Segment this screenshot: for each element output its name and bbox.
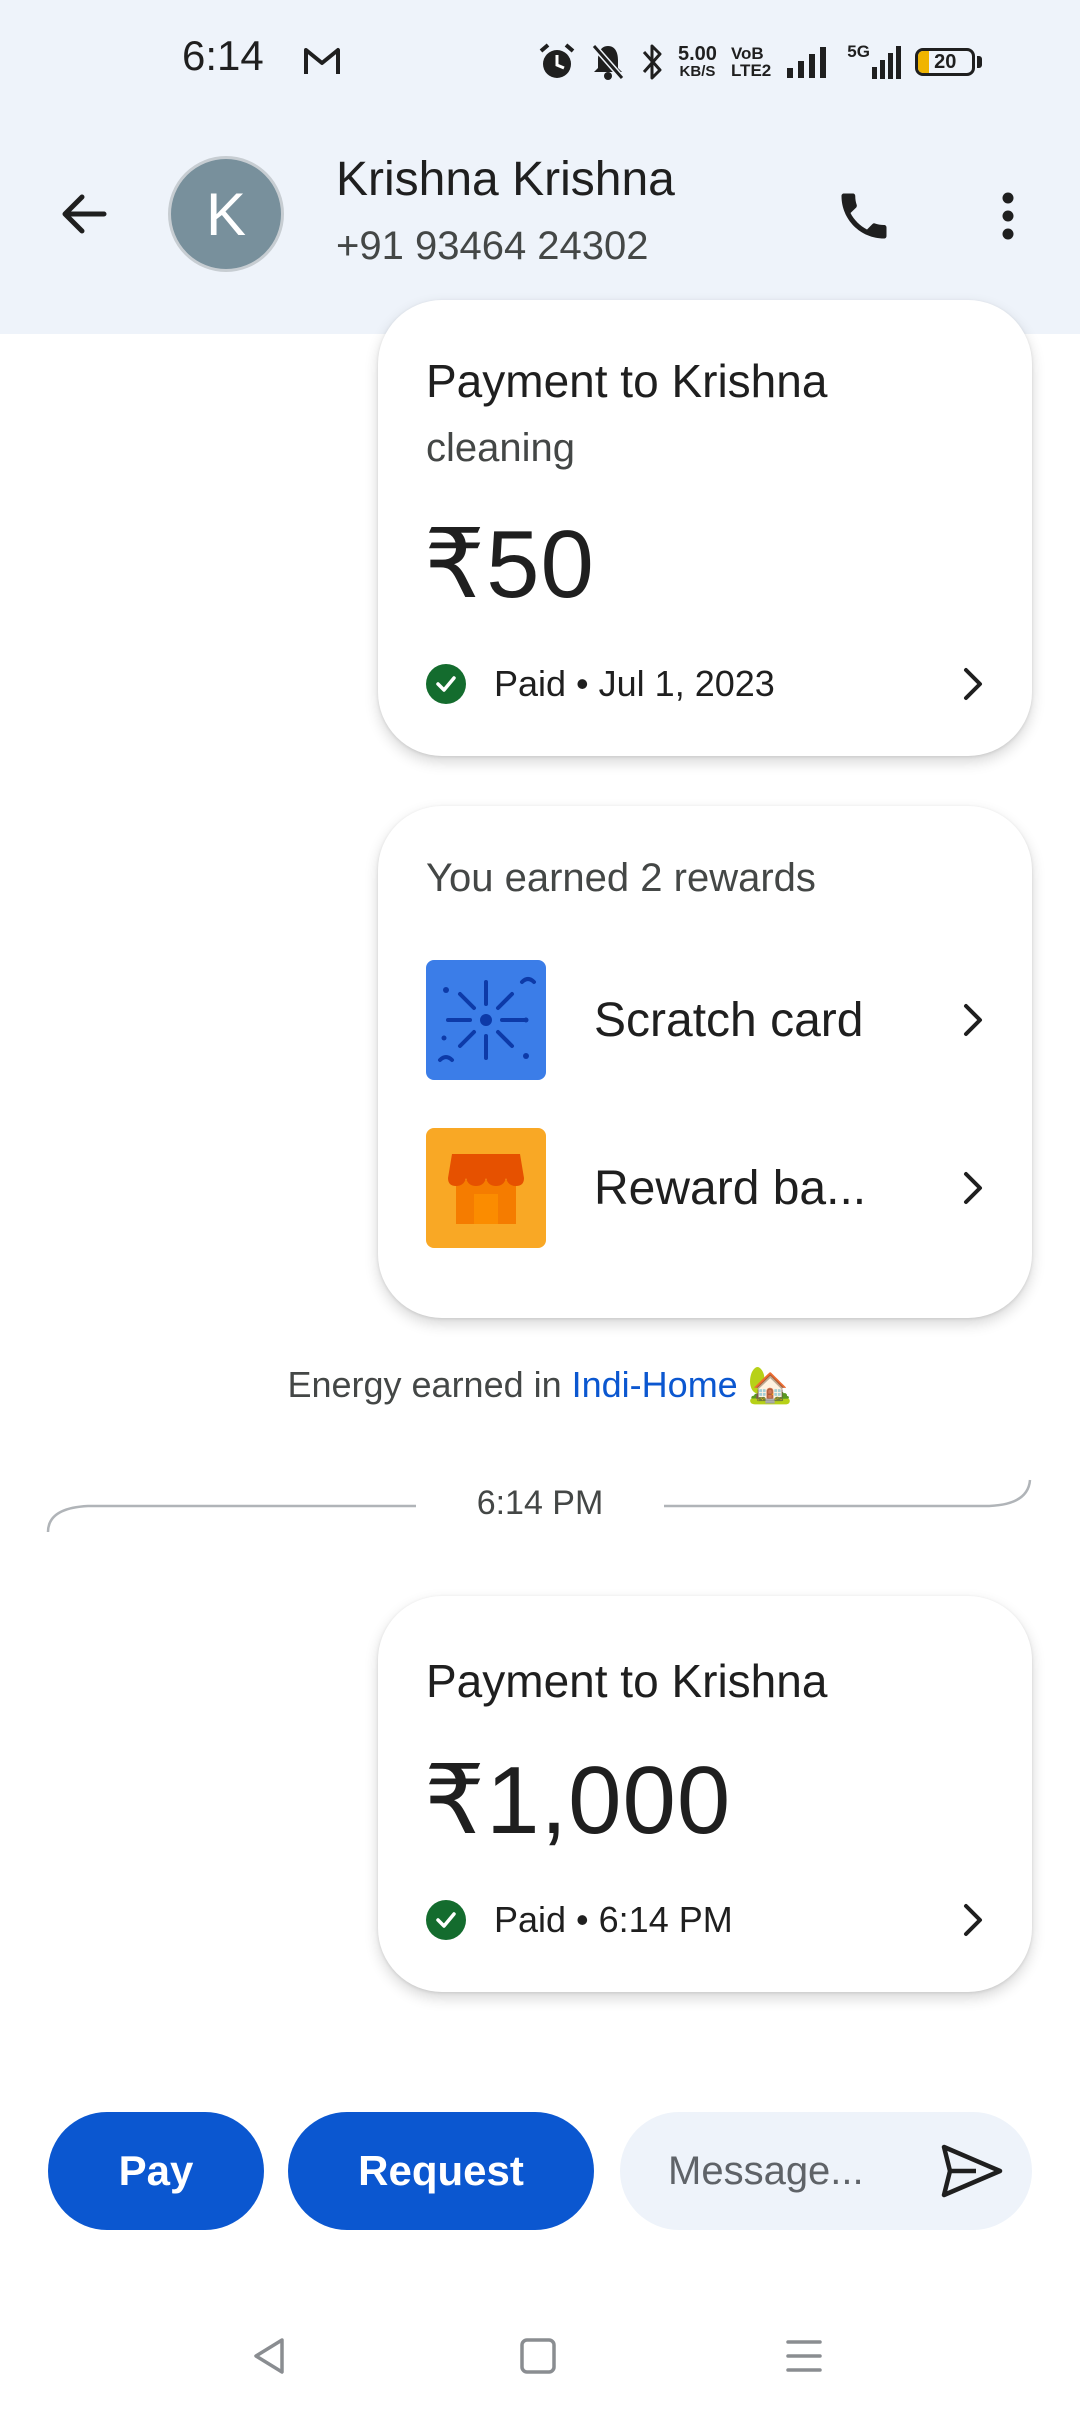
send-button[interactable] xyxy=(932,2131,1012,2211)
payment-title: Payment to Krishna xyxy=(426,1655,828,1707)
reward-item-reward-badge[interactable]: Reward ba... xyxy=(426,1128,992,1248)
square-home-icon xyxy=(520,2338,556,2374)
nav-recents-button[interactable] xyxy=(764,2320,844,2392)
chevron-right-icon[interactable] xyxy=(952,1900,992,1940)
reward-item-scratch-card[interactable]: Scratch card xyxy=(426,960,992,1080)
gmail-icon xyxy=(304,48,340,74)
mute-bell-icon xyxy=(591,44,625,80)
payment-title: Payment to Krishna xyxy=(426,355,828,407)
back-button[interactable] xyxy=(48,178,120,250)
scratch-card-icon xyxy=(426,960,546,1080)
app-header: 6:14 5.00 KB/S VoB LTE2 5G 20 K Krishna … xyxy=(0,0,1080,334)
message-placeholder: Message... xyxy=(668,2148,864,2193)
volte-top: VoB xyxy=(730,44,764,63)
bluetooth-icon xyxy=(642,44,662,80)
more-vert-icon xyxy=(1002,192,1014,240)
battery-tip xyxy=(977,56,983,68)
volte-indicator: VoB LTE2 xyxy=(731,45,771,79)
check-circle-icon xyxy=(426,664,466,704)
payment-amount: ₹1,000 xyxy=(424,1747,732,1854)
payment-amount: ₹50 xyxy=(424,511,595,618)
payment-status-row: Paid • 6:14 PM xyxy=(426,1890,992,1950)
check-circle-icon xyxy=(426,1900,466,1940)
energy-earned-text: Energy earned in Indi-Home 🏡 xyxy=(0,1364,1080,1406)
call-button[interactable] xyxy=(828,180,900,252)
network-speed-value: 5.00 xyxy=(678,43,717,65)
store-icon xyxy=(426,1128,546,1248)
chevron-right-icon[interactable] xyxy=(952,1000,992,1040)
status-time: 6:14 xyxy=(182,32,264,79)
rewards-card: You earned 2 rewards Scratch card Reward… xyxy=(378,806,1032,1318)
battery-icon: 20 xyxy=(915,48,976,76)
energy-link[interactable]: Indi-Home xyxy=(572,1364,738,1405)
rewards-title: You earned 2 rewards xyxy=(426,856,816,900)
message-input[interactable]: Message... xyxy=(620,2112,1032,2230)
payment-status: Paid • 6:14 PM xyxy=(494,1899,733,1940)
menu-recents-icon xyxy=(786,2340,822,2372)
chevron-right-icon[interactable] xyxy=(952,1168,992,1208)
signal-5g-icon: 5G xyxy=(843,42,902,82)
payment-status: Paid • Jul 1, 2023 xyxy=(494,663,775,704)
volte-bottom: LTE2 xyxy=(730,61,772,80)
house-emoji: 🏡 xyxy=(747,1364,793,1405)
send-icon xyxy=(941,2144,1003,2198)
contact-name: Krishna Krishna xyxy=(336,153,675,206)
alarm-icon xyxy=(539,43,575,78)
contact-phone: +91 93464 24302 xyxy=(336,224,649,268)
triangle-back-icon xyxy=(254,2338,284,2374)
nav-back-button[interactable] xyxy=(230,2320,310,2392)
status-icons: 5.00 KB/S VoB LTE2 5G 20 xyxy=(538,32,983,92)
more-options-button[interactable] xyxy=(972,180,1044,252)
request-button[interactable]: Request xyxy=(288,2112,594,2230)
battery-level: 20 xyxy=(934,51,957,73)
payment-card[interactable]: Payment to Krishna ₹1,000 Paid • 6:14 PM xyxy=(378,1596,1032,1992)
network-speed-unit: KB/S xyxy=(679,63,716,80)
pay-button[interactable]: Pay xyxy=(48,2112,264,2230)
payment-note: cleaning xyxy=(426,426,576,470)
avatar[interactable]: K xyxy=(168,156,284,272)
chevron-right-icon[interactable] xyxy=(952,664,992,704)
phone-icon xyxy=(841,193,887,239)
signal-5g-label: 5G xyxy=(847,42,870,61)
arrow-back-icon xyxy=(62,194,107,234)
network-speed: 5.00 KB/S xyxy=(678,43,717,80)
reward-label: Scratch card xyxy=(594,993,864,1047)
reward-label: Reward ba... xyxy=(594,1161,867,1215)
payment-status-row: Paid • Jul 1, 2023 xyxy=(426,654,992,714)
nav-home-button[interactable] xyxy=(498,2320,578,2392)
payment-card[interactable]: Payment to Krishna cleaning ₹50 Paid • J… xyxy=(378,300,1032,756)
system-nav-bar xyxy=(0,2300,1080,2412)
energy-prefix: Energy earned in xyxy=(287,1364,572,1405)
signal-icon xyxy=(787,47,827,78)
divider-time: 6:14 PM xyxy=(476,1484,604,1522)
